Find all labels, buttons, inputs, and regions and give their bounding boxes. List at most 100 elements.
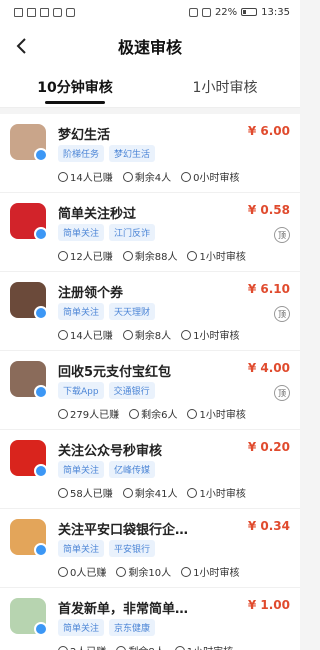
remaining-stat: 剩余10人 [116,564,171,579]
vibrate-icon [201,7,211,17]
clock-icon [187,487,198,498]
task-title: 注册领个券 [58,286,124,301]
verified-badge-icon [34,306,48,320]
task-price: ¥ 0.20 [247,440,290,454]
app-root: 22% 13:35 极速审核 10分钟审核 1小时审核 梦幻生活 ¥ 6.00 … [0,0,300,650]
task-tags: 下载App 交通银行 [58,382,155,399]
remaining-stat: 剩余88人 [122,248,177,263]
task-price: ¥ 1.00 [247,598,290,612]
clock-icon [181,171,192,182]
review-time: 1小时审核 [187,643,233,650]
verified-badge-icon [34,464,48,478]
task-title: 回收5元支付宝红包 [58,365,172,380]
remaining-stat: 剩余41人 [122,485,177,500]
remaining-stat: 剩余8人 [116,643,165,650]
task-stats: 14人已赚 剩余4人 0小时审核 [58,169,239,184]
task-price: ¥ 0.58 [247,203,290,217]
clock-icon [181,329,192,340]
earned-count: 2人已赚 [70,643,106,650]
task-tags: 阶梯任务 梦幻生活 [58,145,156,162]
battery-text: 22% [214,6,238,18]
yuan-icon [58,408,68,419]
task-item[interactable]: 回收5元支付宝红包 ¥ 4.00 下载App 交通银行 279人已赚 剩余6人 1… [0,351,300,430]
remaining-stat: 剩余8人 [122,327,171,342]
page-title: 极速审核 [117,38,182,57]
review-time: 0小时审核 [193,173,240,184]
task-tags: 简单关注 平安银行 [58,540,156,557]
review-time: 1小时审核 [193,331,240,342]
verified-badge-icon [34,385,48,399]
battery-icon [241,8,258,16]
task-item[interactable]: 梦幻生活 ¥ 6.00 阶梯任务 梦幻生活 14人已赚 剩余4人 0小时审核 [0,114,300,193]
earned-count: 14人已赚 [70,173,113,184]
person-icon [122,487,133,498]
task-title: 梦幻生活 [58,128,111,143]
tab-10-minute[interactable]: 10分钟审核 [0,68,150,108]
task-tag: 简单关注 [58,619,105,636]
person-icon [116,566,127,577]
review-time: 1小时审核 [199,252,246,263]
status-right: 22% 13:35 [188,6,290,18]
pin-top-button[interactable]: 顶 [274,227,290,243]
remaining-count: 剩余4人 [134,173,172,184]
chevron-left-icon [16,38,26,54]
task-item[interactable]: 注册领个券 ¥ 6.10 简单关注 天天理财 14人已赚 剩余8人 1小时审核 顶 [0,272,300,351]
nav-bar: 极速审核 [0,24,300,68]
notification-icon [14,7,23,17]
earned-count: 12人已赚 [70,252,113,263]
verified-badge-icon [34,543,48,557]
yuan-icon [58,329,68,340]
pin-top-button[interactable]: 顶 [274,385,290,401]
pin-top-button[interactable]: 顶 [274,306,290,322]
review-time: 1小时审核 [199,489,246,500]
eye-icon [66,7,75,17]
task-tag: 简单关注 [58,540,105,557]
task-item[interactable]: 简单关注秒过 ¥ 0.58 简单关注 江门反诈 12人已赚 剩余88人 1小时审核… [0,193,300,272]
task-item[interactable]: 首发新单，非常简单好做 ¥ 1.00 简单关注京东健康 2人已赚 剩余8人 1小… [0,588,300,650]
verified-badge-icon [34,227,48,241]
clock-icon [187,408,198,419]
earned-count: 279人已赚 [70,410,120,421]
task-tags: 简单关注 天天理财 [58,303,156,320]
task-tag: 阶梯任务 [58,145,105,162]
task-item[interactable]: 关注平安口袋银行企业... ¥ 0.34 简单关注 平安银行 0人已赚 剩余10人… [0,509,300,588]
task-tag: 京东健康 [109,619,156,636]
review-stat: 1小时审核 [181,327,239,342]
review-time: 1小时审核 [193,568,240,579]
task-title: 首发新单，非常简单好做 [58,602,198,617]
yuan-icon [58,250,68,261]
clock-icon [181,566,192,577]
review-stat: 1小时审核 [181,564,239,579]
task-stats: 2人已赚 剩余8人 1小时审核 [58,643,233,650]
tab-1-hour[interactable]: 1小时审核 [150,68,300,108]
task-price: ¥ 4.00 [247,361,290,375]
task-tag: 亿峰传媒 [109,461,156,478]
task-stats: 12人已赚 剩余88人 1小时审核 [58,248,246,263]
clock-icon [187,250,198,261]
task-item[interactable]: 关注公众号秒审核 ¥ 0.20 简单关注 亿峰传媒 58人已赚 剩余41人 1小时… [0,430,300,509]
review-time: 1小时审核 [199,410,246,421]
remaining-stat: 剩余6人 [129,406,177,421]
task-tag: 天天理财 [109,303,156,320]
task-tags: 简单关注 江门反诈 [58,224,156,241]
review-stat: 1小时审核 [187,406,246,421]
back-button[interactable] [10,34,34,58]
task-tags: 简单关注 京东健康 [58,619,156,636]
task-tag: 下载App [58,382,104,399]
task-stats: 279人已赚 剩余6人 1小时审核 [58,406,246,421]
earned-count: 0人已赚 [70,568,107,579]
person-icon [122,171,133,182]
earned-stat: 2人已赚 [58,643,106,650]
remaining-stat: 剩余4人 [122,169,172,184]
earned-stat: 14人已赚 [58,169,113,184]
task-tag: 简单关注 [58,224,105,241]
verified-badge-icon [34,622,48,636]
message-icon [27,7,36,17]
earned-stat: 0人已赚 [58,564,106,579]
remaining-count: 剩余6人 [141,410,178,421]
wifi-icon [53,7,62,17]
earned-stat: 279人已赚 [58,406,119,421]
person-icon [129,408,140,419]
clock-icon [174,645,185,650]
person-icon [122,250,133,261]
